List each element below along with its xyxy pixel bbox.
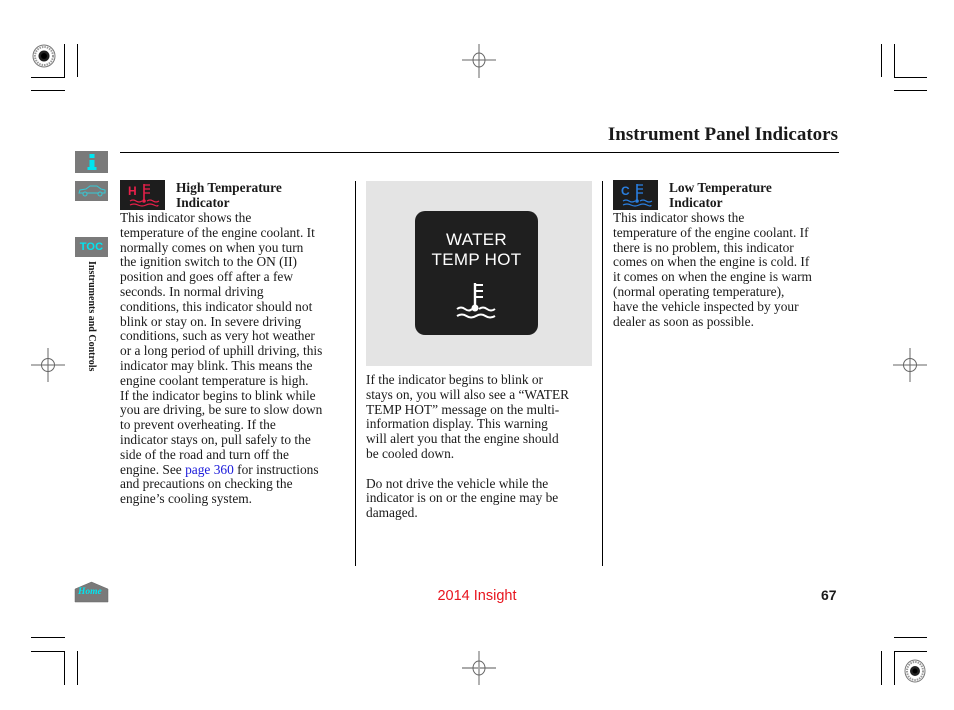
registration-crosshair-icon bbox=[462, 44, 496, 78]
toc-button-label: TOC bbox=[79, 241, 104, 253]
text-line: This indicator shows the bbox=[613, 210, 745, 225]
text-line: there is no problem, this indicator bbox=[613, 239, 794, 255]
text-line: the ignition switch to the ON (II) bbox=[120, 254, 298, 270]
car-icon bbox=[77, 185, 105, 197]
heading-line: Indicator bbox=[669, 194, 723, 210]
text-line: you are driving, be sure to slow down bbox=[120, 402, 323, 418]
text-line: indicator stays on, pull safely to the bbox=[120, 431, 311, 447]
text-line: engine’s cooling system. bbox=[120, 491, 253, 507]
text-line: If the indicator begins to blink or bbox=[366, 372, 544, 387]
text-line: it comes on when the engine is warm bbox=[613, 269, 812, 285]
text-line: or a long period of uphill driving, this bbox=[120, 343, 323, 359]
text-line: indicator is on or the engine may be bbox=[366, 490, 559, 506]
registration-target-icon bbox=[904, 659, 926, 683]
text-line: normally comes on when you turn bbox=[120, 239, 304, 255]
high-temperature-description: This indicator shows the temperature of … bbox=[120, 210, 355, 507]
coolant-cold-icon: C bbox=[621, 184, 653, 207]
text-line: position and goes off after a few bbox=[120, 269, 294, 285]
registration-crosshair-icon bbox=[31, 348, 65, 382]
text-line: (normal operating temperature), bbox=[613, 283, 785, 299]
text-line: side of the road and turn off the bbox=[120, 446, 289, 462]
text-line: blink or stay on. In severe driving bbox=[120, 313, 302, 329]
svg-text:C: C bbox=[621, 184, 630, 198]
column-divider bbox=[602, 181, 603, 566]
text-line: This indicator shows the bbox=[120, 210, 252, 225]
text-line: If the indicator begins to blink while bbox=[120, 387, 316, 403]
title-divider bbox=[120, 152, 839, 153]
heading-line: High Temperature bbox=[176, 180, 282, 195]
registration-crosshair-icon bbox=[893, 348, 927, 382]
info-button[interactable] bbox=[75, 151, 108, 173]
coolant-temperature-icon bbox=[456, 283, 496, 319]
text-line: TEMP HOT” message on the multi- bbox=[366, 401, 560, 417]
water-temp-hot-description: If the indicator begins to blink or stay… bbox=[366, 372, 601, 521]
high-temperature-heading: High Temperature Indicator bbox=[176, 180, 282, 211]
text-line: indicator may blink. This means the bbox=[120, 357, 313, 373]
text-line: seconds. In normal driving bbox=[120, 283, 264, 299]
info-icon bbox=[87, 154, 96, 170]
low-temperature-icon: C bbox=[613, 180, 658, 210]
text-span: for instructions bbox=[233, 461, 319, 477]
text-span: engine. See bbox=[120, 461, 186, 477]
text-line: be cooled down. bbox=[366, 445, 455, 461]
page-title: Instrument Panel Indicators bbox=[607, 124, 838, 145]
toc-button[interactable]: TOC bbox=[75, 237, 108, 257]
page-360-link[interactable]: page 360 bbox=[185, 462, 234, 477]
text-line: and precautions on checking the bbox=[120, 476, 293, 492]
text-line: temperature of the engine coolant. If bbox=[613, 224, 809, 240]
text-line: conditions, this indicator should not bbox=[120, 298, 313, 314]
text-line: information display. This warning bbox=[366, 416, 548, 432]
text-line: comes on when the engine is cold. If bbox=[613, 254, 810, 270]
heading-line: Low Temperature bbox=[669, 180, 772, 195]
coolant-hot-icon: H bbox=[128, 184, 160, 207]
vehicle-button[interactable] bbox=[75, 181, 108, 201]
water-temp-hot-message: WATER TEMP HOT bbox=[415, 230, 538, 270]
text-line: damaged. bbox=[366, 505, 418, 521]
text-line: dealer as soon as possible. bbox=[613, 313, 754, 329]
text-line: stays on, you will also see a “WATER bbox=[366, 386, 570, 402]
svg-text:H: H bbox=[128, 184, 137, 198]
text-line: to prevent overheating. If the bbox=[120, 417, 276, 433]
section-label: Instruments and Controls bbox=[86, 261, 97, 372]
message-line: TEMP HOT bbox=[431, 250, 522, 269]
text-line: engine coolant temperature is high. bbox=[120, 372, 309, 388]
text-line: will alert you that the engine should bbox=[366, 431, 559, 447]
registration-crosshair-icon bbox=[462, 651, 496, 685]
text-line: temperature of the engine coolant. It bbox=[120, 224, 315, 240]
heading-line: Indicator bbox=[176, 194, 230, 210]
text-line: have the vehicle inspected by your bbox=[613, 298, 799, 314]
text-line: engine. See page 360 for instructions bbox=[120, 461, 355, 478]
high-temperature-icon: H bbox=[120, 180, 165, 210]
message-line: WATER bbox=[446, 230, 507, 249]
multi-information-display: WATER TEMP HOT bbox=[415, 211, 538, 335]
display-illustration: WATER TEMP HOT bbox=[366, 181, 592, 366]
page-number: 67 bbox=[821, 587, 837, 603]
footer-model: 2014 Insight bbox=[437, 588, 517, 604]
low-temperature-description: This indicator shows the temperature of … bbox=[613, 210, 848, 329]
registration-target-icon bbox=[32, 44, 56, 68]
column-divider bbox=[355, 181, 356, 566]
text-line: conditions, such as very hot weather bbox=[120, 328, 315, 344]
text-line: Do not drive the vehicle while the bbox=[366, 475, 549, 491]
low-temperature-heading: Low Temperature Indicator bbox=[669, 180, 772, 211]
